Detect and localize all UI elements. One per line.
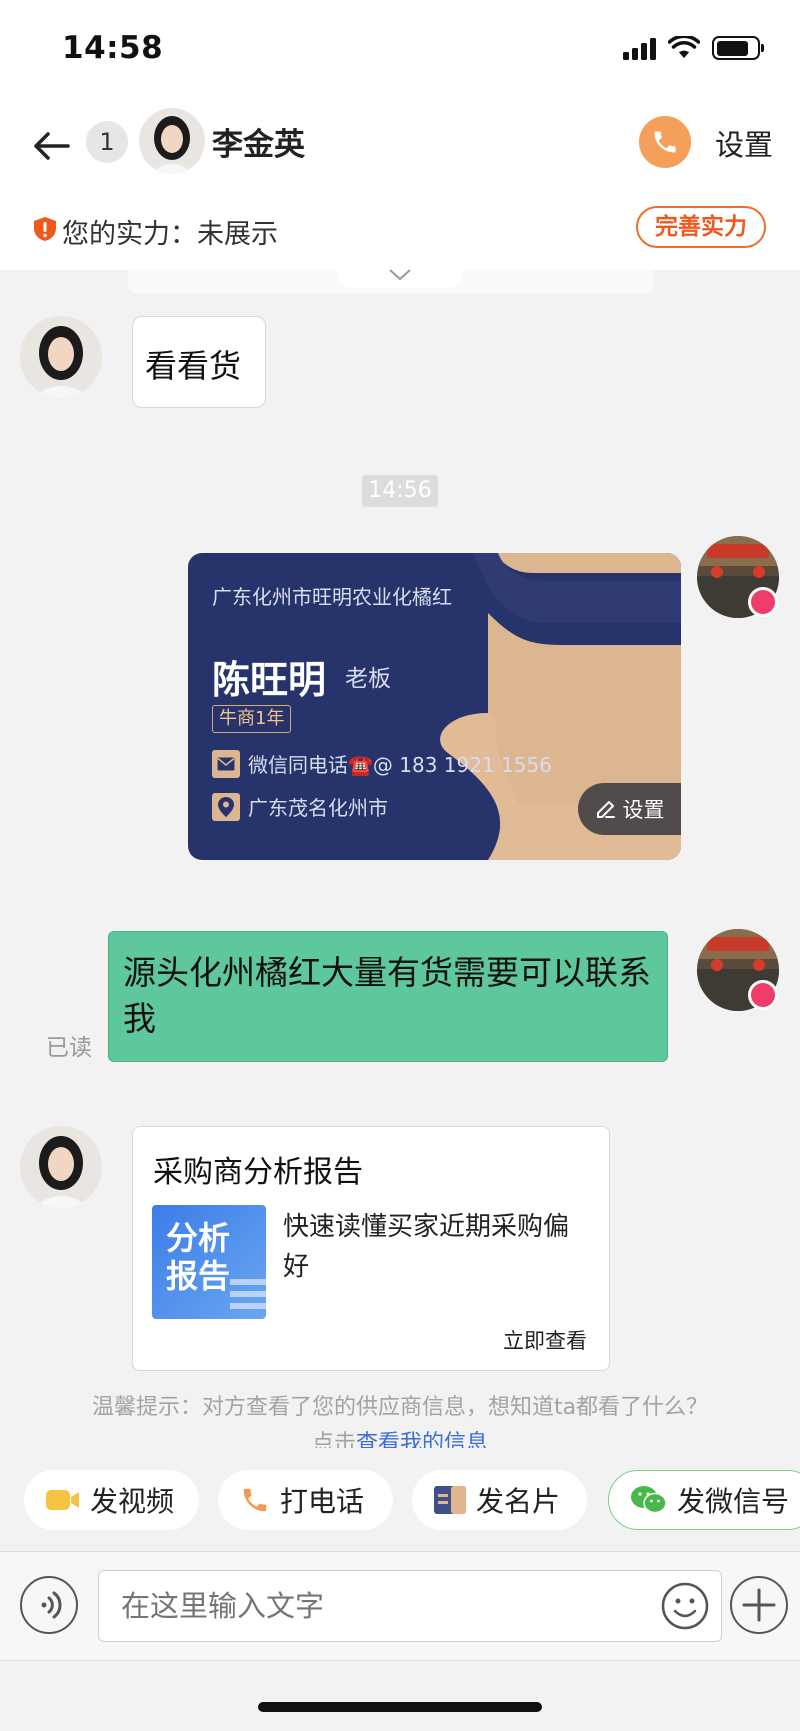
- message-input[interactable]: [98, 1570, 722, 1642]
- message-text: 看看货: [145, 347, 242, 385]
- card-name: 陈旺明: [212, 658, 327, 702]
- call-phone-button[interactable]: 打电话: [218, 1470, 393, 1530]
- message-bubble-incoming[interactable]: 看看货: [132, 316, 266, 408]
- settings-link[interactable]: 设置: [715, 122, 773, 164]
- card-location-row: 广东茂名化州市: [212, 792, 388, 821]
- power-status-text: 您的实力：未展示: [62, 219, 278, 250]
- mail-icon: [212, 749, 240, 778]
- card-contact: 微信同电话☎️@ 183 1921 1556: [248, 753, 552, 777]
- card-contact-row: 微信同电话☎️@ 183 1921 1556: [212, 749, 552, 778]
- contact-avatar[interactable]: [139, 108, 205, 174]
- status-bar: 14:58: [0, 0, 800, 100]
- cow-badge-icon: [748, 980, 778, 1010]
- voice-icon: [41, 1591, 62, 1619]
- video-icon: [46, 1490, 79, 1510]
- wechat-icon: [631, 1486, 667, 1514]
- report-card[interactable]: 采购商分析报告 分析报告 快速读懂买家近期采购偏好 立即查看: [132, 1126, 610, 1371]
- send-card-button[interactable]: 发名片: [412, 1470, 587, 1530]
- contact-name: 李金英: [212, 127, 305, 163]
- cellular-signal-icon: [623, 36, 656, 60]
- expand-toggle[interactable]: [338, 266, 462, 288]
- plus-icon: [742, 1588, 776, 1622]
- send-wechat-button[interactable]: 发微信号: [608, 1470, 800, 1530]
- timestamp-label: 14:56: [362, 475, 438, 507]
- chevron-down-icon: [389, 269, 411, 281]
- card-role: 老板: [345, 666, 391, 692]
- phone-icon: [243, 1488, 267, 1512]
- more-options-button[interactable]: [730, 1576, 788, 1634]
- report-thumbnail: 分析报告: [152, 1205, 266, 1319]
- edit-icon: [596, 801, 615, 818]
- view-my-info-link[interactable]: 查看我的信息: [356, 1431, 488, 1448]
- location-pin-icon: [212, 792, 240, 821]
- send-video-button[interactable]: 发视频: [24, 1470, 199, 1530]
- read-status: 已读: [46, 1035, 92, 1061]
- card-company: 广东化州市旺明农业化橘红: [212, 585, 452, 609]
- back-arrow-icon[interactable]: [28, 122, 76, 170]
- contact-avatar[interactable]: [20, 1126, 102, 1208]
- contact-avatar[interactable]: [20, 316, 102, 398]
- status-icons: [623, 36, 764, 60]
- emoji-button[interactable]: [660, 1581, 710, 1631]
- battery-icon: [712, 36, 764, 60]
- business-card-icon: [434, 1486, 466, 1514]
- view-now-link[interactable]: 立即查看: [503, 1325, 587, 1355]
- call-phone-label: 打电话: [280, 1485, 365, 1518]
- card-badge: 牛商1年: [212, 705, 292, 733]
- unread-count-badge[interactable]: 1: [86, 121, 128, 163]
- send-video-label: 发视频: [90, 1485, 175, 1518]
- voice-input-button[interactable]: [20, 1576, 78, 1634]
- tip-prefix: 点击: [311, 1431, 356, 1448]
- call-button[interactable]: [639, 116, 691, 168]
- send-card-label: 发名片: [476, 1485, 561, 1518]
- quick-actions-bar: 发视频 打电话 发名片 发微信号: [0, 1470, 800, 1534]
- report-description: 快速读懂买家近期采购偏好: [283, 1212, 570, 1282]
- home-indicator[interactable]: [258, 1702, 542, 1712]
- message-bubble-outgoing[interactable]: 源头化州橘红大量有货需要可以联系我: [108, 931, 668, 1062]
- phone-icon: [654, 131, 676, 153]
- card-settings-label: 设置: [622, 798, 665, 822]
- business-card[interactable]: 广东化州市旺明农业化橘红 陈旺明 老板 牛商1年 微信同电话☎️@ 183 19…: [188, 553, 681, 860]
- status-time: 14:58: [62, 30, 164, 66]
- report-title: 采购商分析报告: [153, 1155, 363, 1190]
- improve-power-button[interactable]: 完善实力: [636, 206, 766, 248]
- message-text: 源头化州橘红大量有货需要可以联系我: [123, 953, 651, 1038]
- card-location: 广东茂名化州市: [248, 796, 388, 820]
- send-wechat-label: 发微信号: [677, 1485, 790, 1518]
- emoji-icon: [661, 1582, 709, 1630]
- cow-badge-icon: [748, 587, 778, 617]
- wifi-icon: [668, 36, 700, 58]
- card-settings-button[interactable]: 设置: [578, 783, 681, 835]
- tip-text: 温馨提示：对方查看了您的供应商信息，想知道ta都看了什么？: [91, 1395, 709, 1420]
- composer-bar: [0, 1551, 800, 1661]
- chart-bars-icon: [230, 1279, 266, 1309]
- warning-shield-icon: [34, 217, 56, 241]
- tip-banner: 温馨提示：对方查看了您的供应商信息，想知道ta都看了什么？ 点击查看我的信息: [0, 1390, 800, 1448]
